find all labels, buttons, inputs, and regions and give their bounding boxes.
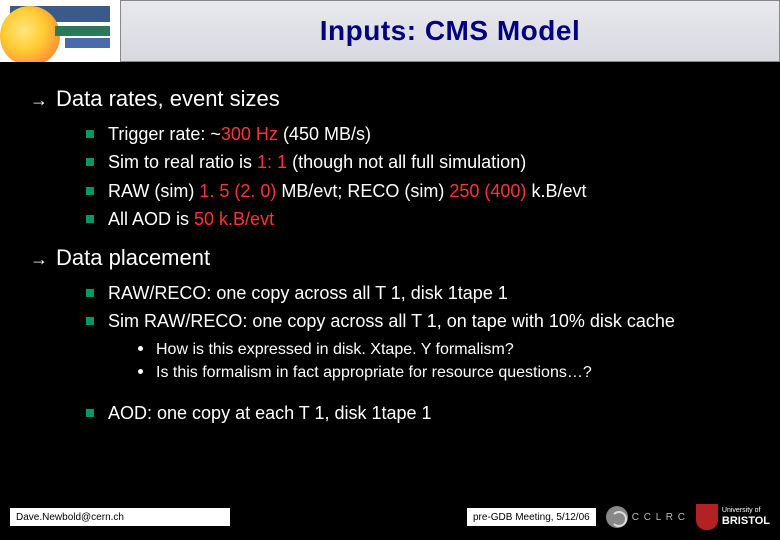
- list-item: Sim RAW/RECO: one copy across all T 1, o…: [86, 307, 750, 390]
- cms-logo: CMS: [10, 6, 110, 56]
- sub-list-item: How is this expressed in disk. Xtape. Y …: [138, 338, 750, 362]
- heading-text: Data rates, event sizes: [56, 86, 280, 112]
- section-heading-2: → Data placement: [30, 245, 750, 271]
- list-item: RAW (sim) 1. 5 (2. 0) MB/evt; RECO (sim)…: [86, 177, 750, 205]
- cclrc-icon: [606, 506, 628, 528]
- footer-email: Dave.Newbold@cern.ch: [10, 508, 230, 526]
- footer-meeting: pre-GDB Meeting, 5/12/06: [467, 508, 596, 526]
- cclrc-label: C C L R C: [632, 512, 686, 523]
- list-item: Trigger rate: ~300 Hz (450 MB/s): [86, 120, 750, 148]
- cms-logo-box: CMS: [0, 0, 120, 62]
- heading-text: Data placement: [56, 245, 210, 271]
- title-bar: Inputs: CMS Model: [120, 0, 780, 62]
- list-item: RAW/RECO: one copy across all T 1, disk …: [86, 279, 750, 307]
- sub-bullet-list: How is this expressed in disk. Xtape. Y …: [138, 338, 750, 385]
- slide-content: → Data rates, event sizes Trigger rate: …: [0, 66, 780, 427]
- bullet-list-1: Trigger rate: ~300 Hz (450 MB/s) Sim to …: [86, 120, 750, 233]
- page-title: Inputs: CMS Model: [320, 15, 580, 47]
- bullet-list-2: RAW/RECO: one copy across all T 1, disk …: [86, 279, 750, 427]
- sub-list-item: Is this formalism in fact appropriate fo…: [138, 361, 750, 385]
- bristol-logo: University of BRISTOL: [696, 504, 770, 530]
- list-item: AOD: one copy at each T 1, disk 1tape 1: [86, 399, 750, 427]
- university-small: University of: [722, 507, 770, 515]
- list-item: All AOD is 50 k.B/evt: [86, 205, 750, 233]
- arrow-icon: →: [30, 249, 56, 270]
- list-item: Sim to real ratio is 1: 1 (though not al…: [86, 148, 750, 176]
- section-heading-1: → Data rates, event sizes: [30, 86, 750, 112]
- bristol-crest-icon: [696, 504, 718, 530]
- cclrc-logo: C C L R C: [606, 506, 686, 528]
- header: CMS Inputs: CMS Model: [0, 0, 780, 66]
- footer: Dave.Newbold@cern.ch pre-GDB Meeting, 5/…: [0, 504, 780, 530]
- university-name: BRISTOL: [722, 515, 770, 527]
- arrow-icon: →: [30, 90, 56, 111]
